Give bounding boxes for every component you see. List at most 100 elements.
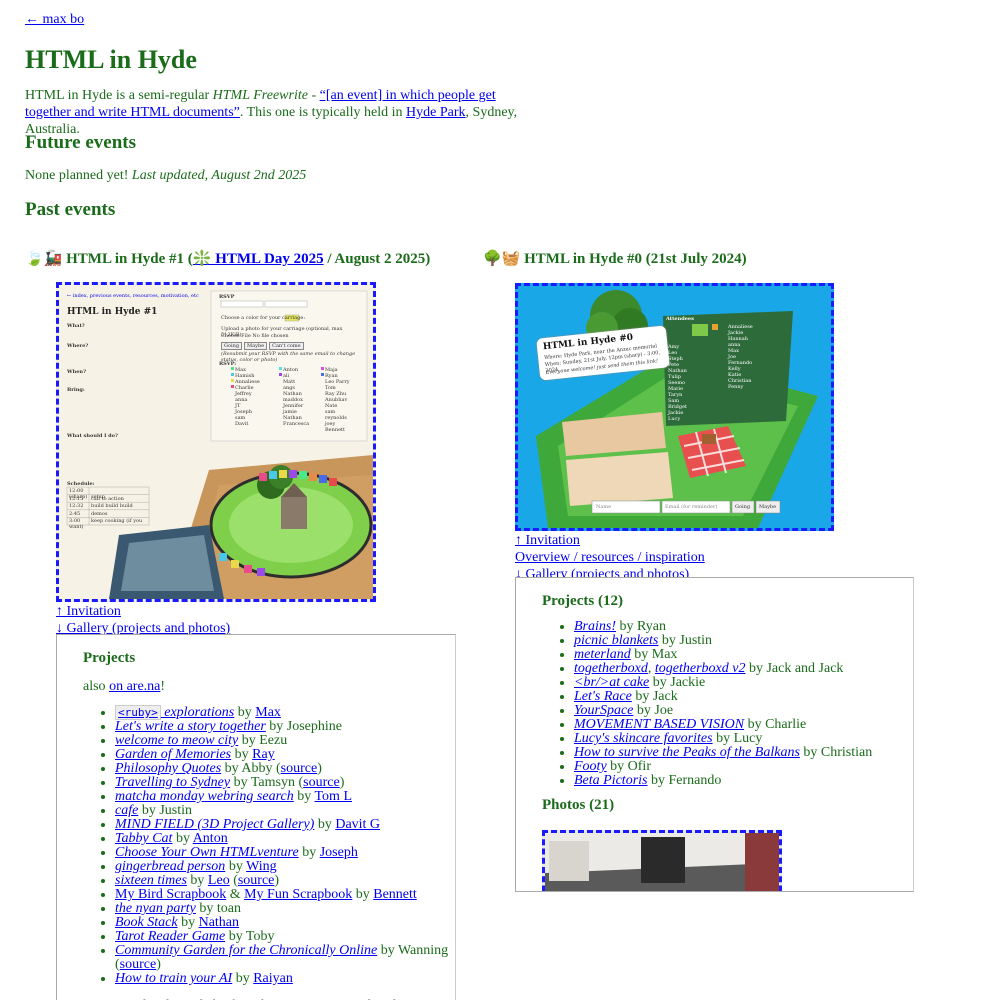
schedule-row: 12:15 call to action — [69, 496, 149, 504]
person-link[interactable]: source — [281, 761, 318, 776]
event0-photo-thumbnail[interactable] — [542, 830, 782, 891]
list-item: picnic blankets by Justin — [574, 634, 913, 648]
item-text: by — [186, 872, 208, 888]
person-link[interactable]: My Fun Scrapbook — [244, 887, 352, 902]
thumb1-what: What? — [67, 323, 85, 329]
item-text: by Eezu — [238, 732, 288, 748]
attendee-name: Lucy — [668, 416, 681, 422]
project-link[interactable]: gingerbread person — [115, 859, 225, 874]
project-link[interactable]: Let's Race — [574, 689, 632, 704]
project-link[interactable]: Lucy's skincare favorites — [574, 731, 713, 746]
person-link[interactable]: source — [120, 957, 157, 972]
person-link[interactable]: Ray — [252, 747, 275, 762]
schedule-activity: build build build — [91, 503, 133, 510]
thumb1-bring: Bring: — [67, 387, 85, 393]
event0-invitation-link[interactable]: ↑ Invitation — [515, 533, 705, 550]
back-link[interactable]: ← max bo — [25, 12, 84, 29]
arena-link[interactable]: on are.na — [109, 679, 160, 694]
person-link[interactable]: Wing — [246, 859, 277, 874]
person-link[interactable]: source — [303, 775, 340, 790]
event0-gallery-panel[interactable]: Projects (12) Brains! by Ryanpicnic blan… — [515, 577, 914, 892]
project-link[interactable]: welcome to meow city — [115, 733, 238, 748]
person-link[interactable]: Nathan — [199, 915, 239, 930]
person-link[interactable]: Tom L — [314, 789, 352, 804]
list-item: Garden of Memories by Ray — [115, 746, 455, 762]
project-link[interactable]: cafe — [115, 803, 138, 818]
event0-screenshot[interactable]: HTML in Hyde #0 Where: Hyde Park, near t… — [515, 283, 834, 531]
person-link[interactable]: Bennett — [373, 887, 417, 902]
project-link[interactable]: MOVEMENT BASED VISION — [574, 717, 744, 732]
item-text: by — [231, 746, 253, 762]
item-text: ) — [156, 956, 161, 972]
person-link[interactable]: Anton — [193, 831, 228, 846]
intro-text: HTML in Hyde is a semi-regular — [25, 88, 213, 103]
project-link[interactable]: sixteen times — [115, 873, 187, 888]
event1-screenshot[interactable]: ← index, previous events, resources, mot… — [56, 282, 376, 602]
event1-gallery-panel[interactable]: Projects also on are.na! <ruby> explorat… — [56, 634, 456, 1000]
thumb0-names-left: Amy Leo Steph Pete Nathan Tulip Seemo Marie Tary… — [668, 344, 687, 422]
schedule-row: 3:00 keep cooking (if you want) — [69, 518, 149, 530]
item-text: ) — [317, 760, 322, 776]
thumb1-heading: HTML in Hyde #1 — [67, 307, 158, 317]
project-link[interactable]: Footy — [574, 759, 607, 774]
event0-photos-heading: Photos (21) — [542, 797, 615, 813]
project-link[interactable]: togetherboxd — [574, 661, 648, 676]
project-link[interactable]: matcha monday webring search — [115, 789, 294, 804]
item-text: by — [177, 914, 199, 930]
person-link[interactable]: Max — [255, 705, 281, 720]
project-link[interactable]: Book Stack — [115, 915, 178, 930]
item-text: by Toby — [225, 928, 275, 944]
thumb0-going-button: Going — [735, 504, 751, 510]
person-link[interactable]: Leo — [208, 873, 230, 888]
item-text: by Josephine — [265, 718, 342, 734]
event0-projects-heading: Projects (12) — [542, 593, 623, 609]
project-link[interactable]: Beta Pictoris — [574, 773, 648, 788]
project-link[interactable]: explorations — [161, 705, 234, 720]
leaf-train-icon: 🍃🚂 — [25, 251, 63, 267]
person-link[interactable]: Davit G — [335, 817, 380, 832]
event1-nav: ↑ Invitation ↓ Gallery (projects and pho… — [56, 604, 230, 638]
also-text: also — [83, 679, 110, 694]
item-text: by — [314, 816, 336, 832]
project-link[interactable]: How to train your AI — [115, 971, 232, 986]
project-link[interactable]: meterland — [574, 647, 631, 662]
list-item: <br/>at cake by Jackie — [574, 676, 913, 690]
project-link[interactable]: How to survive the Peaks of the Balkans — [574, 745, 800, 760]
event1-invitation-link[interactable]: ↑ Invitation — [56, 604, 230, 621]
project-link[interactable]: picnic blankets — [574, 633, 658, 648]
project-link[interactable]: Tarot Reader Game — [115, 929, 225, 944]
project-link[interactable]: Choose Your Own HTMLventure — [115, 845, 299, 860]
person-link[interactable]: Joseph — [320, 845, 358, 860]
list-item: Footy by Ofir — [574, 760, 913, 774]
project-link[interactable]: YourSpace — [574, 703, 633, 718]
list-item: Brains! by Ryan — [574, 620, 913, 634]
list-item: Tarot Reader Game by Toby — [115, 928, 455, 944]
person-link[interactable]: Raiyan — [253, 971, 293, 986]
project-link[interactable]: Community Garden for the Chronically Onl… — [115, 943, 377, 958]
schedule-row: 12:00 (sharp) setup — [69, 488, 149, 500]
intro-paragraph: HTML in Hyde is a semi-regular HTML Free… — [25, 88, 525, 138]
attendee-name: Penny — [728, 384, 744, 390]
thumb0-attendees: Attendees — [666, 316, 694, 322]
event0-overview-link[interactable]: Overview / resources / inspiration — [515, 550, 705, 567]
person-link[interactable]: source — [238, 873, 275, 888]
html-day-link[interactable]: ❇️ HTML Day 2025 — [193, 251, 324, 267]
project-link[interactable]: <ruby> — [115, 704, 161, 720]
intro-text: . This one is typically held in — [239, 104, 407, 120]
thumb1-rsvp-list: RSVP: — [219, 361, 237, 367]
thumb1-color-prompt: Choose a color for your carriage: — [221, 315, 306, 321]
project-link[interactable]: Tabby Cat — [115, 831, 172, 846]
project-link[interactable]: MIND FIELD (3D Project Gallery) — [115, 817, 314, 832]
project-link[interactable]: Brains! — [574, 619, 616, 634]
project-link[interactable]: togetherboxd v2 — [655, 661, 746, 676]
person-link[interactable]: My Bird Scrapbook — [115, 887, 226, 902]
project-link[interactable]: Travelling to Sydney — [115, 775, 230, 790]
project-link[interactable]: <br/>at cake — [574, 675, 649, 690]
hyde-park-link[interactable]: Hyde Park — [406, 105, 466, 120]
project-link[interactable]: Garden of Memories — [115, 747, 231, 762]
event0-projects-list: Brains! by Ryanpicnic blankets by Justin… — [516, 620, 913, 788]
project-link[interactable]: the nyan party — [115, 901, 196, 916]
project-link[interactable]: Let's write a story together — [115, 719, 266, 734]
project-link[interactable]: Philosophy Quotes — [115, 761, 221, 776]
event0-nav: ↑ Invitation Overview / resources / insp… — [515, 533, 705, 583]
